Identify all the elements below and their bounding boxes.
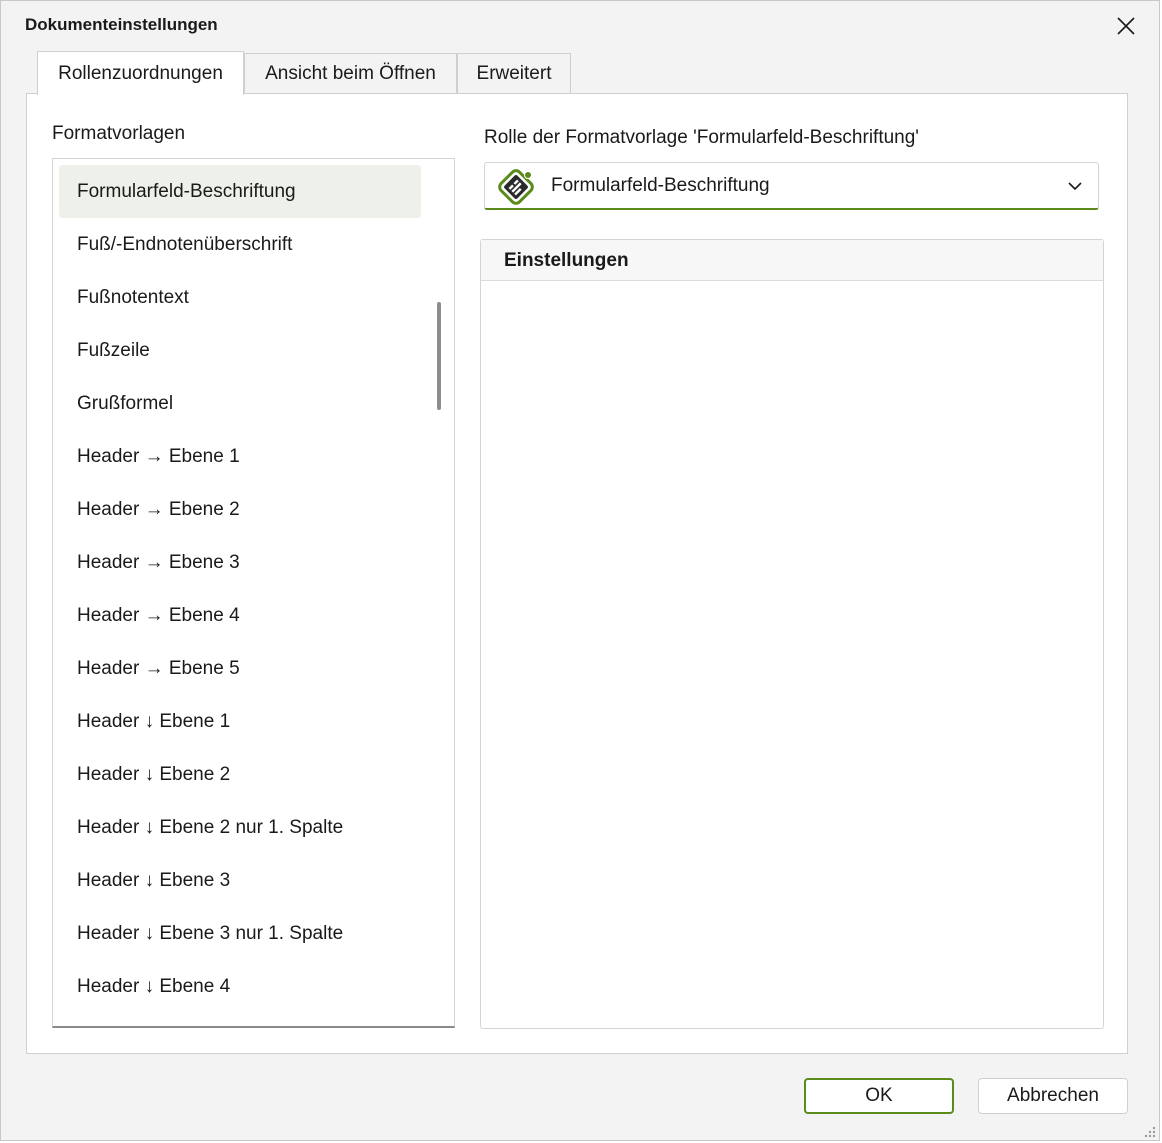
- list-item[interactable]: Header → Ebene 2: [59, 483, 421, 536]
- settings-panel: Einstellungen: [480, 239, 1104, 1029]
- dialog-title: Dokumenteinstellungen: [25, 15, 218, 34]
- list-item[interactable]: Header ↓ Ebene 4: [59, 960, 421, 1013]
- list-item[interactable]: Header ↓ Ebene 2 nur 1. Spalte: [59, 801, 421, 854]
- role-dropdown-value: Formularfeld-Beschriftung: [551, 175, 770, 196]
- resize-grip-icon[interactable]: [1141, 1123, 1157, 1139]
- list-item[interactable]: Fußnotentext: [59, 271, 421, 324]
- styles-label: Formatvorlagen: [52, 123, 186, 144]
- settings-header: Einstellungen: [481, 240, 1103, 281]
- role-label: Rolle der Formatvorlage 'Formularfeld-Be…: [484, 127, 919, 148]
- form-field-label-icon: [498, 169, 534, 205]
- styles-list[interactable]: Formularfeld-Beschriftung Fuß/-Endnotenü…: [52, 158, 455, 1028]
- list-item[interactable]: Fuß/-Endnotenüberschrift: [59, 218, 421, 271]
- document-settings-dialog: Dokumenteinstellungen Rollenzuordnungen …: [0, 0, 1160, 1141]
- cancel-button[interactable]: Abbrechen: [978, 1078, 1128, 1114]
- tab-label: Ansicht beim Öffnen: [265, 62, 436, 84]
- role-dropdown[interactable]: Formularfeld-Beschriftung: [484, 162, 1099, 210]
- list-item[interactable]: Fußzeile: [59, 324, 421, 377]
- list-item[interactable]: Header ↓ Ebene 1: [59, 695, 421, 748]
- tab-role-mapping[interactable]: Rollenzuordnungen: [37, 51, 244, 95]
- list-item[interactable]: Header ↓ Ebene 3 nur 1. Spalte: [59, 907, 421, 960]
- list-item[interactable]: Header ↓ Ebene 3: [59, 854, 421, 907]
- tab-view-on-open[interactable]: Ansicht beim Öffnen: [244, 53, 457, 93]
- list-item[interactable]: Header → Ebene 3: [59, 536, 421, 589]
- list-item[interactable]: Header → Ebene 5: [59, 642, 421, 695]
- list-item[interactable]: Header → Ebene 4: [59, 589, 421, 642]
- role-mapping-panel: Formatvorlagen Formularfeld-Beschriftung…: [26, 93, 1128, 1054]
- tab-advanced[interactable]: Erweitert: [457, 53, 571, 93]
- cancel-button-label: Abbrechen: [1007, 1085, 1099, 1106]
- close-button[interactable]: [1109, 9, 1143, 43]
- tab-label: Rollenzuordnungen: [58, 62, 223, 84]
- list-item[interactable]: Grußformel: [59, 377, 421, 430]
- chevron-down-icon: [1068, 182, 1082, 191]
- close-icon: [1117, 17, 1135, 35]
- list-item[interactable]: Header ↓ Ebene 2: [59, 748, 421, 801]
- list-scrollbar-thumb[interactable]: [437, 302, 441, 410]
- tab-label: Erweitert: [476, 62, 552, 84]
- settings-title: Einstellungen: [504, 250, 629, 271]
- ok-button-label: OK: [865, 1085, 893, 1106]
- list-item[interactable]: Formularfeld-Beschriftung: [59, 165, 421, 218]
- list-item[interactable]: Header → Ebene 1: [59, 430, 421, 483]
- ok-button[interactable]: OK: [804, 1078, 954, 1114]
